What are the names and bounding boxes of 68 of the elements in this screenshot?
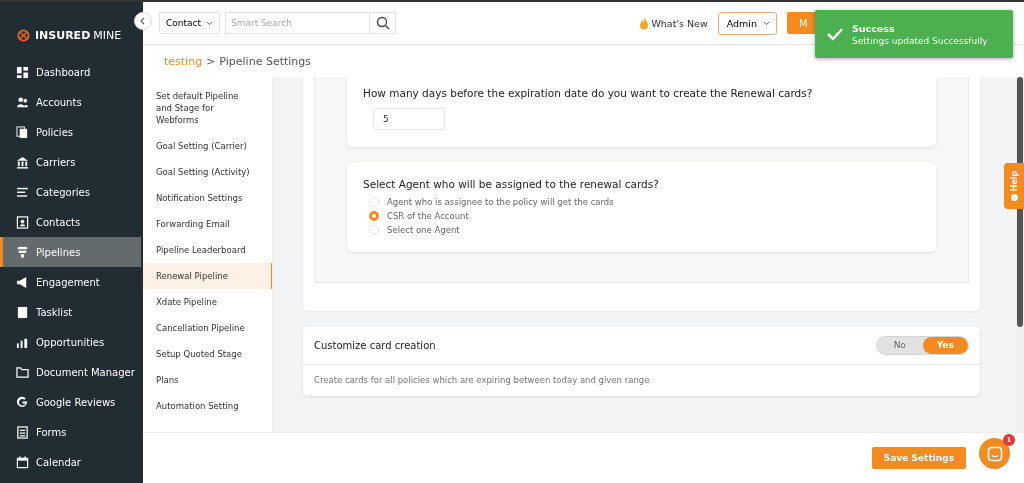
check-icon [826, 27, 844, 41]
lines-icon [16, 185, 29, 199]
toggle-option[interactable]: No [877, 336, 923, 354]
logo: INSURED MINE [17, 26, 143, 44]
chevron-icon [139, 17, 147, 25]
settings-menu-item[interactable]: Set default Pipeline and Stage for Webforms [143, 83, 272, 133]
megaphone-icon [16, 275, 29, 289]
settings-menu-item[interactable]: Renewal Pipeline [143, 263, 272, 289]
settings-menu-item[interactable]: Cancellation Pipeline [143, 315, 272, 341]
docs-icon [16, 125, 29, 139]
flame-icon [639, 16, 650, 30]
list-icon [16, 305, 29, 319]
settings-menu-item[interactable]: Pipeline Leaderboard [143, 237, 272, 263]
bank-icon [16, 155, 29, 169]
sidebar-item[interactable]: Tasklist [0, 297, 143, 327]
sidebar-item[interactable]: Categories [0, 177, 143, 207]
g-icon [16, 395, 29, 409]
yes-no-toggle[interactable]: No Yes [876, 335, 969, 355]
sidebar-item[interactable]: Pipelines [0, 237, 141, 267]
search-icon [375, 16, 390, 30]
question-label: How many days before the expiration date do you want to create the Renewal cards? [363, 87, 814, 99]
form-icon [16, 425, 29, 439]
chat-icon [986, 445, 1003, 462]
sidebar-item[interactable]: Contacts [0, 207, 143, 237]
folder-icon [16, 365, 29, 379]
sidebar-item[interactable]: Carriers [0, 147, 143, 177]
settings-menu-item[interactable]: Goal Setting (Activity) [143, 159, 272, 185]
card-title: Customize card creation [314, 339, 436, 351]
settings-menu-item[interactable]: Automation Setting [143, 393, 272, 419]
grid-icon [16, 65, 29, 79]
question-label: Select Agent who will be assigned to the renewal cards? [363, 178, 660, 190]
whats-new-link[interactable]: What's New [639, 16, 708, 30]
caret-icon [206, 20, 213, 26]
sidebar-item[interactable]: Document Manager [0, 357, 143, 387]
sidebar-item[interactable]: Accounts [0, 87, 143, 117]
sidebar-item[interactable]: Opportunities [0, 327, 143, 357]
radio-label: Select one Agent [387, 225, 460, 235]
radio-button[interactable] [369, 211, 379, 221]
sidebar-item[interactable]: Google Reviews [0, 387, 143, 417]
settings-menu-item[interactable]: Plans [143, 367, 272, 393]
people-icon [16, 95, 29, 109]
sidebar-item[interactable]: Dashboard [0, 57, 143, 87]
days-input[interactable]: 5 [373, 108, 445, 130]
sidebar-item[interactable]: Calendar [0, 447, 143, 477]
settings-menu-item[interactable]: Notification Settings [143, 185, 272, 211]
settings-menu-item[interactable]: Forwarding Email [143, 211, 272, 237]
search-field[interactable]: Smart Search [225, 12, 370, 34]
funnel-icon [16, 245, 29, 259]
settings-menu-item[interactable]: Setup Quoted Stage [143, 341, 272, 367]
calendar-icon [16, 455, 29, 469]
role-dropdown[interactable]: Admin [717, 11, 777, 35]
toast-message: Settings updated Successfully [852, 35, 988, 46]
caret-icon [763, 20, 770, 26]
search-button[interactable] [370, 12, 396, 34]
sidebar-item[interactable]: Policies [0, 117, 143, 147]
settings-menu-item[interactable]: Xdate Pipeline [143, 289, 272, 315]
radio-label: Agent who is assignee to the policy will get the cards [387, 197, 614, 207]
search-scope-dropdown[interactable]: Contact [159, 12, 220, 34]
card-description: Create cards for all policies which are expiring between today and given range [313, 374, 651, 387]
toast-title: Success [852, 22, 896, 34]
sidebar-item[interactable]: Forms [0, 417, 143, 447]
collapse-button[interactable] [134, 12, 152, 30]
settings-menu-item[interactable]: Goal Setting (Carrier) [143, 133, 272, 159]
radio-label: CSR of the Account [387, 211, 469, 221]
sidebar-item[interactable]: Engagement [0, 267, 143, 297]
contact-icon [16, 215, 29, 229]
breadcrumb-current: Pipeline Settings [219, 54, 312, 68]
breadcrumb-separator: > [206, 54, 216, 68]
